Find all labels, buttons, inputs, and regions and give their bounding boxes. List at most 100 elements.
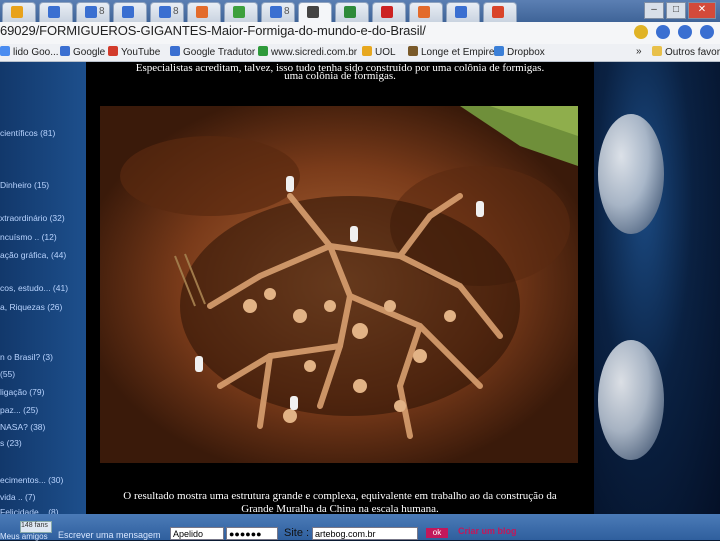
tab-title: 8 xyxy=(99,6,105,17)
tab-title: 8 xyxy=(284,6,290,17)
extension-icons xyxy=(634,25,714,39)
browser-tab[interactable]: 8 xyxy=(76,2,110,22)
sidebar-category-link[interactable]: (55) xyxy=(0,369,15,379)
bookmark-item[interactable]: YouTube xyxy=(108,46,160,58)
sidebar-category-link[interactable]: ligação (79) xyxy=(0,387,44,397)
sidebar-category-link[interactable]: cos, estudo... (41) xyxy=(0,283,68,293)
bookmarks-bar: lido Goo... Google YouTube Google Tradutor w… xyxy=(0,44,720,62)
bookmark-favicon-icon xyxy=(170,46,180,56)
extension-icon[interactable] xyxy=(700,25,714,39)
bottom-caption-line1: O resultado mostra uma estrutura grande … xyxy=(123,490,557,502)
browser-tab[interactable] xyxy=(483,2,517,22)
browser-tab[interactable] xyxy=(298,2,332,22)
sidebar-category-link[interactable]: xtraordinário (32) xyxy=(0,213,65,223)
nickname-input[interactable] xyxy=(170,527,224,540)
sidebar-category-link[interactable]: Felicidade .. (8) xyxy=(0,507,59,514)
bookmark-label: YouTube xyxy=(121,47,161,58)
bookmark-favicon-icon xyxy=(258,46,268,56)
sidebar-category-link[interactable]: paz... (25) xyxy=(0,405,38,415)
close-icon[interactable]: ✕ xyxy=(688,2,716,19)
browser-tab[interactable]: 8 xyxy=(150,2,184,22)
password-input[interactable] xyxy=(226,527,278,540)
tab-title: 8 xyxy=(173,6,179,17)
tab-favicon-icon xyxy=(307,6,319,18)
decorative-orb xyxy=(598,340,664,460)
sidebar-category-link[interactable]: ação gráfica, (44) xyxy=(0,250,66,260)
tab-favicon-icon xyxy=(492,6,504,18)
bookmark-favicon-icon xyxy=(362,46,372,56)
sidebar-category-link[interactable]: n o Brasil? (3) xyxy=(0,352,53,362)
anthill-excavation-image xyxy=(100,106,578,463)
tab-favicon-icon xyxy=(455,6,467,18)
sidebar-category-link[interactable]: a, Riquezas (26) xyxy=(0,302,62,312)
bookmark-item[interactable]: Google xyxy=(60,46,105,58)
browser-tab[interactable] xyxy=(335,2,369,22)
giant-anthill-photo xyxy=(100,106,578,463)
bookmark-label: lido Goo... xyxy=(13,47,59,58)
create-blog-link[interactable]: Criar um blog xyxy=(458,526,517,536)
tab-favicon-icon xyxy=(381,6,393,18)
bookmark-label: Longe et Empires xyxy=(421,47,500,58)
tab-favicon-icon xyxy=(233,6,245,18)
send-message-link[interactable]: Escrever uma mensagem xyxy=(58,530,161,540)
bookmark-label: Google Tradutor xyxy=(183,47,256,58)
tab-favicon-icon xyxy=(344,6,356,18)
ok-button[interactable]: ok xyxy=(426,528,448,538)
browser-tab[interactable] xyxy=(113,2,147,22)
sidebar-category-link[interactable]: ecimentos... (30) xyxy=(0,475,63,485)
blog-sidebar: científicos (81) Dinheiro (15) xtraordinár… xyxy=(0,62,86,514)
decorative-background xyxy=(594,62,720,514)
window-controls: – □ ✕ xyxy=(644,2,716,19)
bottom-caption-line2: Grande Muralha da China na escala humana… xyxy=(241,503,439,514)
page-content: científicos (81) Dinheiro (15) xtraordinár… xyxy=(0,62,720,514)
bookmark-item[interactable]: Dropbox xyxy=(494,46,545,58)
tab-favicon-icon xyxy=(270,6,282,18)
bookmark-label: www.sicredi.com.br xyxy=(271,47,358,58)
extension-icon[interactable] xyxy=(678,25,692,39)
decorative-orb xyxy=(598,114,664,234)
sidebar-category-link[interactable]: Dinheiro (15) xyxy=(0,180,49,190)
browser-tab[interactable] xyxy=(372,2,406,22)
bookmark-label: UOL xyxy=(375,47,396,58)
tab-favicon-icon xyxy=(11,6,23,18)
other-bookmarks-folder[interactable]: Outros favoritos xyxy=(652,46,720,58)
browser-tab[interactable] xyxy=(409,2,443,22)
tab-favicon-icon xyxy=(85,6,97,18)
address-bar[interactable]: 69029/FORMIGUEROS-GIGANTES-Maior-Formiga… xyxy=(0,22,720,45)
sidebar-category-link[interactable]: s (23) xyxy=(0,438,22,448)
star-icon[interactable] xyxy=(634,25,648,39)
tab-favicon-icon xyxy=(418,6,430,18)
browser-tab[interactable] xyxy=(446,2,480,22)
site-input[interactable] xyxy=(312,527,418,540)
maximize-icon[interactable]: □ xyxy=(666,2,686,19)
tab-favicon-icon xyxy=(48,6,60,18)
browser-tab[interactable] xyxy=(2,2,36,22)
blog-post: Especialistas acreditam, talvez, isso tu… xyxy=(86,62,594,514)
bookmark-item[interactable]: UOL xyxy=(362,46,396,58)
browser-tab[interactable] xyxy=(39,2,73,22)
url-text[interactable]: 69029/FORMIGUEROS-GIGANTES-Maior-Formiga… xyxy=(0,23,426,38)
browser-tab[interactable] xyxy=(187,2,221,22)
top-caption-line2: uma colônia de formigas. xyxy=(284,70,396,82)
bookmark-favicon-icon xyxy=(408,46,418,56)
tab-favicon-icon xyxy=(196,6,208,18)
bookmark-item[interactable]: lido Goo... xyxy=(0,46,59,58)
bookmarks-overflow-chevron[interactable]: » xyxy=(636,46,642,57)
tab-favicon-icon xyxy=(159,6,171,18)
extension-icon[interactable] xyxy=(656,25,670,39)
bookmark-item[interactable]: www.sicredi.com.br xyxy=(258,46,357,58)
bookmark-label: Dropbox xyxy=(507,47,545,58)
sidebar-category-link[interactable]: vida .. (7) xyxy=(0,492,35,502)
tab-favicon-icon xyxy=(122,6,134,18)
sidebar-category-link[interactable]: NASA? (38) xyxy=(0,422,45,432)
browser-tab-strip: 8 8 8 xyxy=(0,0,720,22)
browser-tab[interactable]: 8 xyxy=(261,2,295,22)
bookmark-item[interactable]: Google Tradutor xyxy=(170,46,255,58)
bookmark-favicon-icon xyxy=(60,46,70,56)
minimize-icon[interactable]: – xyxy=(644,2,664,19)
bookmark-favicon-icon xyxy=(0,46,10,56)
browser-tab[interactable] xyxy=(224,2,258,22)
sidebar-category-link[interactable]: ncuísmo .. (12) xyxy=(0,232,57,242)
bookmark-item[interactable]: Longe et Empires xyxy=(408,46,499,58)
sidebar-category-link[interactable]: científicos (81) xyxy=(0,128,55,138)
